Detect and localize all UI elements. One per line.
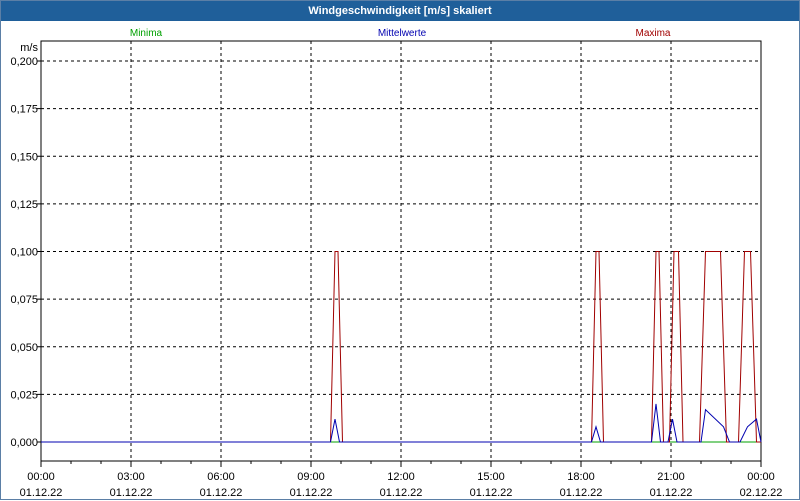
chart-window: Windgeschwindigkeit [m/s] skaliert 0,000… [0,0,800,500]
x-tick-label-time: 21:00 [657,471,685,483]
x-tick-label-time: 15:00 [477,471,505,483]
y-tick-label: 0,100 [10,247,38,259]
y-tick-label: 0,050 [10,342,38,354]
x-tick-label-date: 01.12.22 [110,487,153,499]
legend-minima: Minima [130,28,163,39]
x-tick-label-date: 01.12.22 [20,487,63,499]
y-tick-label: 0,000 [10,437,38,449]
x-tick-label-date: 01.12.22 [650,487,693,499]
y-tick-label: 0,075 [10,294,38,306]
y-tick-label: 0,200 [10,56,38,68]
x-tick-label-date: 02.12.22 [740,487,783,499]
y-tick-label: 0,125 [10,199,38,211]
legend-mittelwerte: Mittelwerte [378,28,427,39]
x-tick-label-time: 06:00 [207,471,235,483]
x-tick-label-time: 00:00 [747,471,775,483]
wind-speed-chart: 0,000 0,025 0,050 0,075 0,100 0,125 0,150 0,175… [10,28,783,499]
y-axis-label: m/s [20,42,38,54]
x-tick-label-date: 01.12.22 [470,487,513,499]
y-tick-label: 0,175 [10,104,38,116]
x-tick-label-time: 09:00 [297,471,325,483]
x-tick-label-date: 01.12.22 [200,487,243,499]
x-tick-label-time: 00:00 [27,471,55,483]
x-tick-label-date: 01.12.22 [380,487,423,499]
x-tick-label-date: 01.12.22 [290,487,333,499]
x-tick-label-time: 03:00 [117,471,145,483]
y-tick-label: 0,150 [10,151,38,163]
x-tick-label-time: 18:00 [567,471,595,483]
x-tick-label-date: 01.12.22 [560,487,603,499]
y-tick-label: 0,025 [10,389,38,401]
legend-maxima: Maxima [635,28,670,39]
x-tick-label-time: 12:00 [387,471,415,483]
